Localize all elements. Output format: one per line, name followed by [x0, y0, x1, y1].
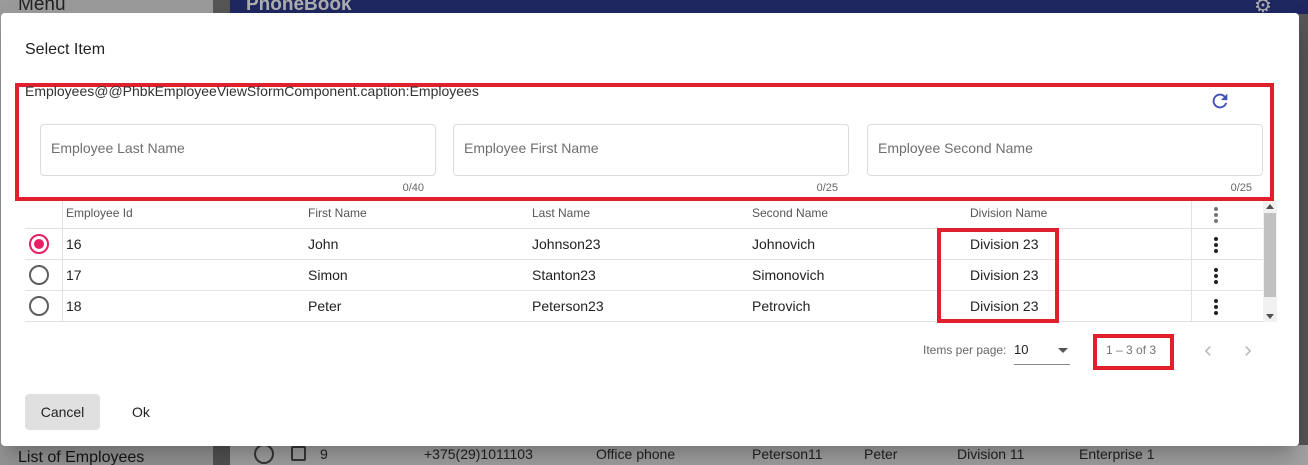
- cell-division-name: Division 23: [970, 236, 1039, 252]
- ok-button[interactable]: Ok: [111, 394, 171, 430]
- select-column-divider: [62, 201, 63, 322]
- scroll-up-arrow-icon[interactable]: [1266, 204, 1274, 209]
- refresh-icon[interactable]: [1209, 90, 1231, 112]
- cell-last-name: Peterson23: [532, 298, 604, 314]
- cell-first-name: John: [308, 236, 339, 252]
- employees-table: Employee Id First Name Last Name Second …: [25, 201, 1263, 322]
- header-more-vert-icon[interactable]: [1208, 204, 1224, 226]
- items-per-page-label: Items per page:: [923, 343, 1007, 357]
- first-name-char-counter: 0/25: [816, 182, 838, 194]
- employee-last-name-input[interactable]: [51, 140, 421, 156]
- row-select-radio[interactable]: [29, 296, 49, 316]
- dialog-title: Select Item: [25, 41, 106, 58]
- actions-column-divider: [1191, 201, 1192, 322]
- items-per-page-select[interactable]: 10: [1014, 339, 1070, 365]
- cell-last-name: Johnson23: [532, 236, 601, 252]
- table-scrollbar[interactable]: [1263, 201, 1277, 322]
- employee-last-name-field[interactable]: [40, 124, 436, 176]
- employee-first-name-input[interactable]: [464, 140, 834, 156]
- chevron-right-icon: [1245, 346, 1252, 356]
- header-first-name[interactable]: First Name: [308, 206, 367, 220]
- cell-first-name: Simon: [308, 267, 348, 283]
- row-more-vert-icon[interactable]: [1208, 234, 1224, 256]
- previous-page-button[interactable]: [1198, 341, 1218, 361]
- items-per-page-value: 10: [1014, 342, 1029, 357]
- row-more-vert-icon[interactable]: [1208, 265, 1224, 287]
- table-row[interactable]: 18 Peter Peterson23 Petrovich Division 2…: [25, 291, 1263, 322]
- cell-division-name: Division 23: [970, 298, 1039, 314]
- table-caption: Employees@@PhbkEmployeeViewSformComponen…: [25, 83, 479, 99]
- second-name-char-counter: 0/25: [1230, 182, 1252, 194]
- next-page-button[interactable]: [1238, 341, 1258, 361]
- table-row[interactable]: 16 John Johnson23 Johnovich Division 23: [25, 229, 1263, 260]
- chevron-left-icon: [1204, 346, 1211, 356]
- paginator-range-label: 1 – 3 of 3: [1106, 343, 1157, 357]
- row-select-radio[interactable]: [29, 265, 49, 285]
- employee-second-name-input[interactable]: [878, 140, 1248, 156]
- employee-second-name-field[interactable]: [867, 124, 1263, 176]
- cell-employee-id: 18: [66, 298, 82, 314]
- select-item-dialog: Select Item Employees@@PhbkEmployeeViewS…: [1, 13, 1299, 446]
- table-header-row: Employee Id First Name Last Name Second …: [25, 201, 1263, 229]
- header-employee-id[interactable]: Employee Id: [66, 206, 133, 220]
- header-second-name[interactable]: Second Name: [752, 206, 828, 220]
- cancel-button[interactable]: Cancel: [25, 394, 100, 430]
- cell-last-name: Stanton23: [532, 267, 596, 283]
- cell-second-name: Johnovich: [752, 236, 816, 252]
- header-division-name[interactable]: Division Name: [970, 206, 1047, 220]
- cell-employee-id: 16: [66, 236, 82, 252]
- dropdown-arrow-icon: [1058, 348, 1068, 353]
- last-name-char-counter: 0/40: [402, 182, 424, 194]
- header-last-name[interactable]: Last Name: [532, 206, 590, 220]
- table-row[interactable]: 17 Simon Stanton23 Simonovich Division 2…: [25, 260, 1263, 291]
- scroll-down-arrow-icon[interactable]: [1266, 314, 1274, 319]
- row-select-radio[interactable]: [29, 234, 49, 254]
- employee-first-name-field[interactable]: [453, 124, 849, 176]
- cell-second-name: Petrovich: [752, 298, 811, 314]
- row-more-vert-icon[interactable]: [1208, 296, 1224, 318]
- cell-employee-id: 17: [66, 267, 82, 283]
- cell-first-name: Peter: [308, 298, 342, 314]
- cell-division-name: Division 23: [970, 267, 1039, 283]
- cell-second-name: Simonovich: [752, 267, 825, 283]
- scrollbar-thumb[interactable]: [1264, 213, 1276, 297]
